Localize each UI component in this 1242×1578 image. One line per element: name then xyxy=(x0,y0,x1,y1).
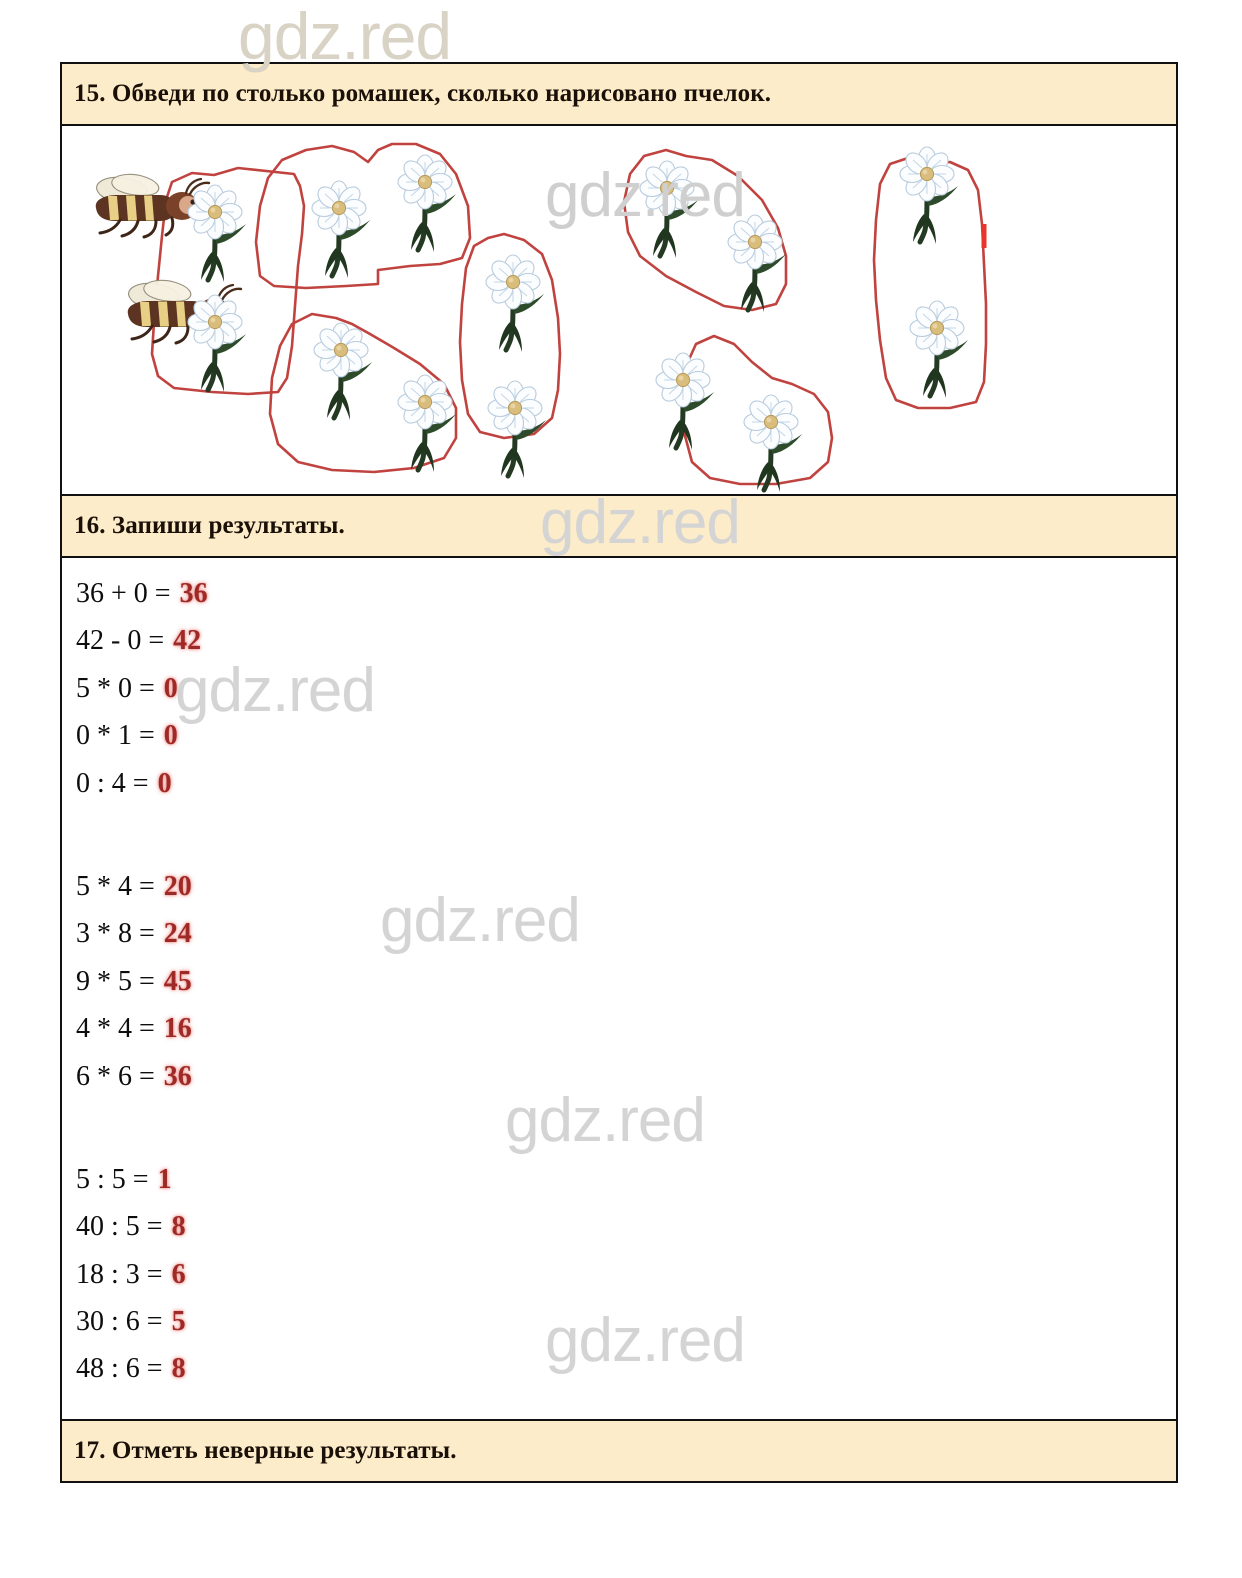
expression-text: 5 * 0 = xyxy=(76,672,162,704)
expression-group-1: 36 + 0 = 36 42 - 0 = 42 5 * 0 = 0 0 * 1 … xyxy=(62,570,1176,807)
daisy-14 xyxy=(910,301,968,398)
expression-row: 30 : 6 = 5 xyxy=(62,1298,1176,1345)
expression-row: 5 * 4 = 20 xyxy=(62,863,1176,910)
answer-value: 0 xyxy=(163,720,178,752)
expression-group-2: 5 * 4 = 20 3 * 8 = 24 9 * 5 = 45 4 * 4 =… xyxy=(62,863,1176,1100)
answer-value: 0 xyxy=(163,672,178,704)
daisies-and-bees-drawing xyxy=(94,142,988,496)
expression-text: 42 - 0 = xyxy=(76,625,172,657)
expression-text: 48 : 6 = xyxy=(76,1353,170,1385)
expression-row: 0 * 1 = 0 xyxy=(62,712,1176,759)
answer-value: 1 xyxy=(157,1163,172,1195)
expression-text: 3 * 8 = xyxy=(76,918,162,950)
daisy-5 xyxy=(314,323,372,420)
answer-value: 16 xyxy=(163,1013,192,1045)
answer-value: 20 xyxy=(163,870,192,902)
answer-value: 36 xyxy=(163,1060,192,1092)
expression-row: 36 + 0 = 36 xyxy=(62,570,1176,617)
expression-text: 30 : 6 = xyxy=(76,1306,170,1338)
expression-text: 5 * 4 = xyxy=(76,870,162,902)
daisy-2 xyxy=(188,295,246,392)
expression-group-3: 5 : 5 = 1 40 : 5 = 8 18 : 3 = 6 30 : 6 =… xyxy=(62,1156,1176,1393)
task-16-body: 36 + 0 = 36 42 - 0 = 42 5 * 0 = 0 0 * 1 … xyxy=(62,558,1176,1421)
expression-text: 0 * 1 = xyxy=(76,720,162,752)
expression-row: 42 - 0 = 42 xyxy=(62,617,1176,664)
expression-row: 5 : 5 = 1 xyxy=(62,1156,1176,1203)
expression-text: 4 * 4 = xyxy=(76,1013,162,1045)
expression-row: 18 : 3 = 6 xyxy=(62,1251,1176,1298)
expression-row: 0 : 4 = 0 xyxy=(62,760,1176,807)
task-17-heading: 17. Отметь неверные результаты. xyxy=(62,1420,1176,1481)
answer-value: 42 xyxy=(173,625,202,657)
daisy-4 xyxy=(398,155,456,252)
expression-text: 9 * 5 = xyxy=(76,965,162,997)
expression-row: 9 * 5 = 45 xyxy=(62,958,1176,1005)
worksheet-sheet: 15. Обведи по столько ромашек, сколько н… xyxy=(60,62,1178,1483)
daisy-7 xyxy=(486,255,544,352)
illustration-stage xyxy=(62,126,1176,496)
answer-value: 5 xyxy=(171,1306,186,1338)
daisy-1 xyxy=(188,185,246,282)
answer-value: 6 xyxy=(171,1258,186,1290)
expression-row: 40 : 5 = 8 xyxy=(62,1203,1176,1250)
expression-text: 18 : 3 = xyxy=(76,1258,170,1290)
expression-row: 5 * 0 = 0 xyxy=(62,665,1176,712)
answer-value: 36 xyxy=(179,578,208,609)
expression-text: 5 : 5 = xyxy=(76,1163,156,1195)
expression-text: 40 : 5 = xyxy=(76,1211,170,1243)
expression-text: 6 * 6 = xyxy=(76,1060,162,1092)
task-15-heading: 15. Обведи по столько ромашек, сколько н… xyxy=(62,64,1176,126)
daisy-3 xyxy=(312,181,370,278)
daisy-9 xyxy=(640,161,698,258)
task-15-illustration xyxy=(62,126,1176,496)
answer-value: 0 xyxy=(157,767,172,799)
expression-row: 48 : 6 = 8 xyxy=(62,1345,1176,1392)
expression-text: 0 : 4 = xyxy=(76,767,156,799)
answer-value: 8 xyxy=(171,1211,186,1243)
daisy-12 xyxy=(744,395,802,492)
answer-value: 8 xyxy=(171,1353,186,1385)
expression-row: 6 * 6 = 36 xyxy=(62,1053,1176,1100)
answer-value: 24 xyxy=(163,918,192,950)
task-16-heading: 16. Запиши результаты. xyxy=(62,496,1176,558)
expression-row: 4 * 4 = 16 xyxy=(62,1005,1176,1052)
expression-text: 36 + 0 = xyxy=(76,578,178,609)
answer-value: 45 xyxy=(163,965,192,997)
expression-row: 3 * 8 = 24 xyxy=(62,910,1176,957)
